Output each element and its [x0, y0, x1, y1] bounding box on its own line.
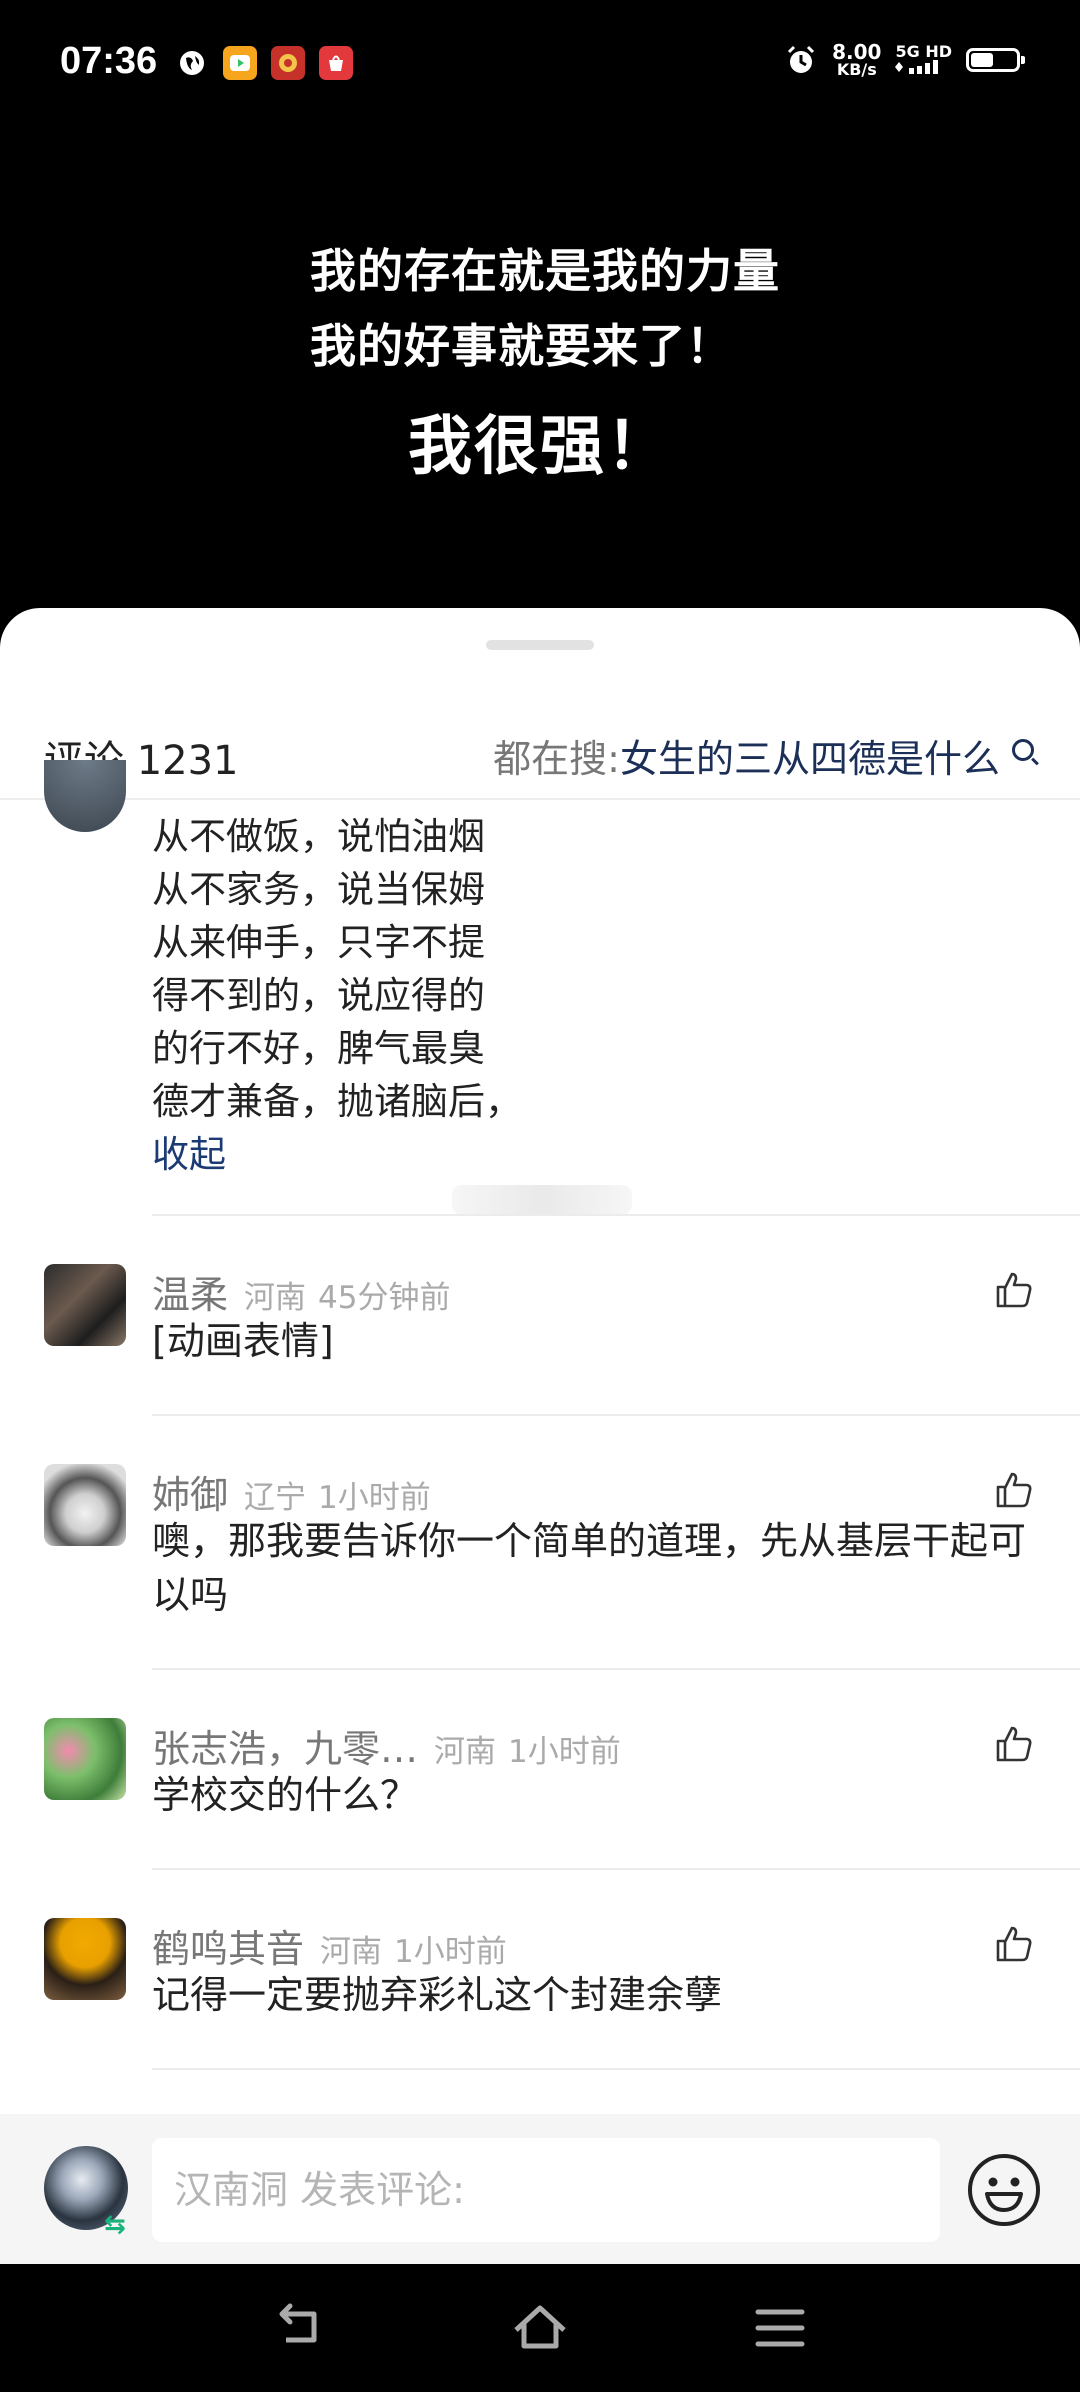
divider: [152, 1214, 1080, 1216]
video-player[interactable]: 我的存在就是我的力量 我的好事就要来了！ 我很强！: [0, 130, 1080, 610]
alarm-icon: [788, 45, 815, 73]
game-app-icon: [271, 46, 305, 80]
comment-time: 45分钟前: [318, 1280, 451, 1316]
comment-location: 辽宁: [244, 1480, 307, 1516]
comment-meta: 张志浩，九零… 河南 1小时前: [152, 1718, 621, 1773]
loading-placeholder: [452, 1185, 632, 1215]
hot-search-prefix: 都在搜:: [493, 737, 620, 781]
comment-time: 1小时前: [394, 1934, 507, 1970]
thumbs-up-icon[interactable]: [994, 1924, 1034, 1964]
status-time: 07:36: [60, 40, 158, 82]
comment-username[interactable]: 姉御: [152, 1464, 228, 1519]
net-speed-value: 8.00: [832, 40, 882, 64]
signal-bars-icon: [895, 59, 939, 74]
video-app-icon: [223, 46, 257, 80]
signal-indicator: 5G HD: [895, 41, 952, 77]
search-icon[interactable]: [1012, 738, 1034, 761]
notification-icons: [175, 46, 353, 80]
comment-text: 学校交的什么？: [152, 1773, 419, 1817]
comments-header: 评论 1231 都在搜: 女生的三从四德是什么: [0, 708, 1080, 800]
battery-icon: [966, 48, 1025, 72]
comment-text: 噢，那我要告诉你一个简单的道理，先从基层干起可以吗: [152, 1519, 1027, 1617]
switch-account-icon[interactable]: ⇆: [104, 2210, 126, 2240]
avatar[interactable]: [44, 1718, 126, 1800]
hot-search-query[interactable]: 女生的三从四德是什么: [620, 728, 1000, 783]
network-type: 5G HD: [895, 41, 952, 61]
avatar[interactable]: [44, 1464, 126, 1546]
comment-text: [动画表情]: [152, 1319, 334, 1363]
emoji-icon[interactable]: [966, 2152, 1042, 2228]
comment-line: 从来伸手，只字不提: [152, 921, 485, 964]
divider: [152, 1414, 1080, 1416]
video-caption-line-2: 我的好事就要来了！: [310, 319, 733, 373]
comment-line: 德才兼备，抛诸脑后，: [152, 1080, 522, 1123]
expanded-comment-text: 从不做饭，说怕油烟 从不家务，说当保姆 从来伸手，只字不提 得不到的，说应得的 …: [152, 810, 522, 1181]
status-bar: 07:36 8.00 KB/s 5G HD: [0, 0, 1080, 130]
hot-search-link[interactable]: 都在搜: 女生的三从四德是什么: [493, 728, 1034, 783]
comment-line: 从不家务，说当保姆: [152, 868, 485, 911]
comment-line: 得不到的，说应得的: [152, 974, 485, 1017]
system-status: 8.00 KB/s 5G HD: [784, 41, 1025, 78]
thumbs-up-icon[interactable]: [994, 1270, 1034, 1310]
comment-username[interactable]: 张志浩，九零…: [152, 1718, 418, 1773]
comment-location: 河南: [434, 1734, 497, 1770]
comment-time: 1小时前: [318, 1480, 431, 1516]
comment-input-bar: ⇆: [0, 2114, 1080, 2264]
comment-input[interactable]: [152, 2138, 940, 2242]
comment-text: 记得一定要抛弃彩礼这个封建余孽: [152, 1973, 723, 2017]
comment-username[interactable]: 鹤鸣其音: [152, 1918, 304, 1973]
battery-fill: [971, 53, 994, 67]
comment-meta: 温柔 河南 45分钟前: [152, 1264, 450, 1319]
comment-meta: 姉御 辽宁 1小时前: [152, 1464, 431, 1519]
system-nav-bar: [0, 2264, 1080, 2392]
video-caption-line-1: 我的存在就是我的力量: [310, 244, 780, 298]
avatar[interactable]: [44, 760, 126, 832]
video-caption-line-3: 我很强！: [408, 409, 672, 484]
menu-icon[interactable]: [748, 2296, 812, 2360]
net-speed: 8.00 KB/s: [832, 42, 881, 78]
home-icon[interactable]: [508, 2296, 572, 2360]
back-icon[interactable]: [268, 2296, 332, 2360]
comment-line: 的行不好，脾气最臭: [152, 1027, 485, 1070]
thumbs-up-icon[interactable]: [994, 1724, 1034, 1764]
avatar[interactable]: [44, 1918, 126, 2000]
comment-time: 1小时前: [508, 1734, 621, 1770]
avatar[interactable]: [44, 1264, 126, 1346]
divider: [152, 1668, 1080, 1670]
globe-icon: [175, 46, 209, 80]
comments-sheet: 评论 1231 都在搜: 女生的三从四德是什么 从不做饭，说怕油烟 从不家务，说…: [0, 608, 1080, 2264]
sheet-drag-handle[interactable]: [486, 640, 594, 650]
comment-location: 河南: [320, 1934, 383, 1970]
net-speed-unit: KB/s: [836, 60, 877, 79]
comment-meta: 鹤鸣其音 河南 1小时前: [152, 1918, 507, 1973]
divider: [152, 2068, 1080, 2070]
thumbs-up-icon[interactable]: [994, 1470, 1034, 1510]
comment-location: 河南: [244, 1280, 307, 1316]
collapse-button[interactable]: 收起: [152, 1128, 522, 1181]
shop-app-icon: [319, 46, 353, 80]
comment-username[interactable]: 温柔: [152, 1264, 228, 1319]
divider: [152, 1868, 1080, 1870]
comment-line: 从不做饭，说怕油烟: [152, 815, 485, 858]
